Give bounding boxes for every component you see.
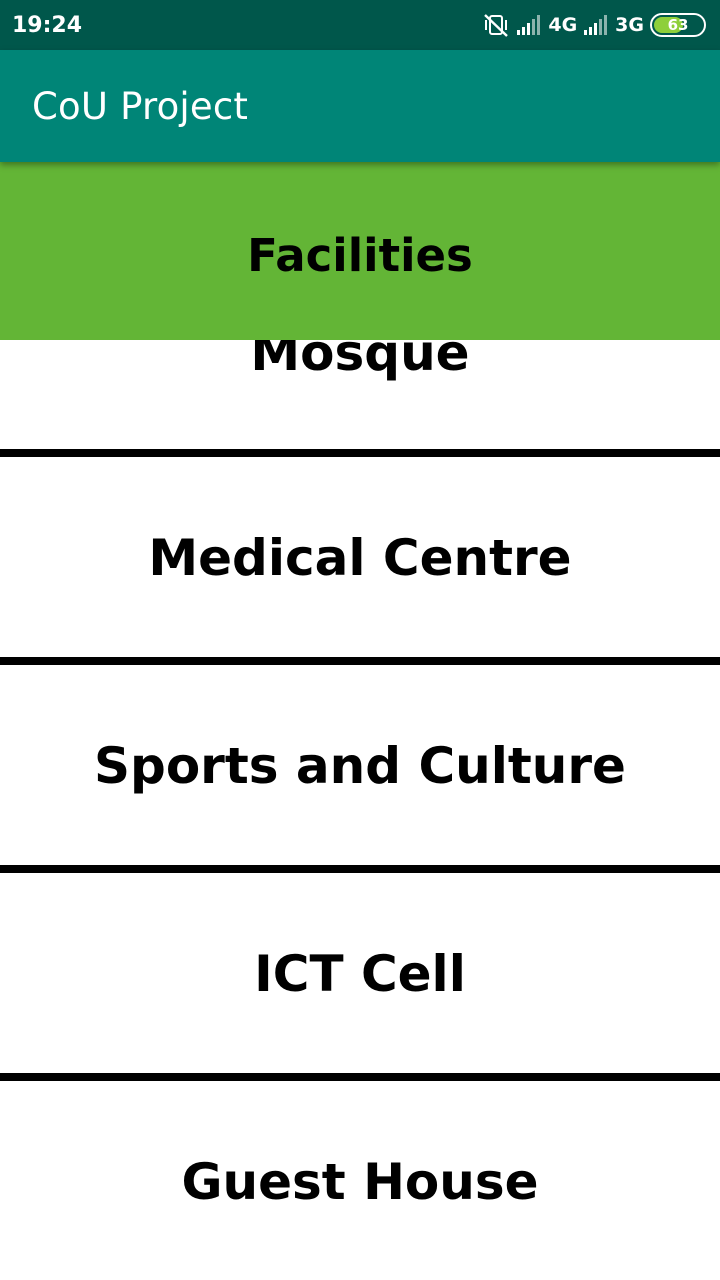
list-divider — [0, 1073, 720, 1081]
list-divider — [0, 657, 720, 665]
app-bar: CoU Project — [0, 50, 720, 162]
list-item-sports-and-culture[interactable]: Sports and Culture — [0, 666, 720, 866]
list-item-label: Guest House — [181, 1153, 539, 1211]
list-item-ict-cell[interactable]: ICT Cell — [0, 874, 720, 1074]
list-item-guest-house[interactable]: Guest House — [0, 1082, 720, 1280]
screen: Mosque Medical Centre Sports and Culture… — [0, 0, 720, 1280]
list-divider — [0, 449, 720, 457]
list-item-label: Medical Centre — [148, 529, 572, 587]
list-item-medical-centre[interactable]: Medical Centre — [0, 458, 720, 658]
list-item-label: ICT Cell — [254, 945, 466, 1003]
facilities-title: Facilities — [247, 228, 473, 282]
facilities-header: Facilities — [0, 162, 720, 340]
list-item-label: Sports and Culture — [94, 737, 626, 795]
list-divider — [0, 865, 720, 873]
app-title: CoU Project — [32, 84, 249, 128]
battery-level: 63 — [667, 16, 689, 34]
